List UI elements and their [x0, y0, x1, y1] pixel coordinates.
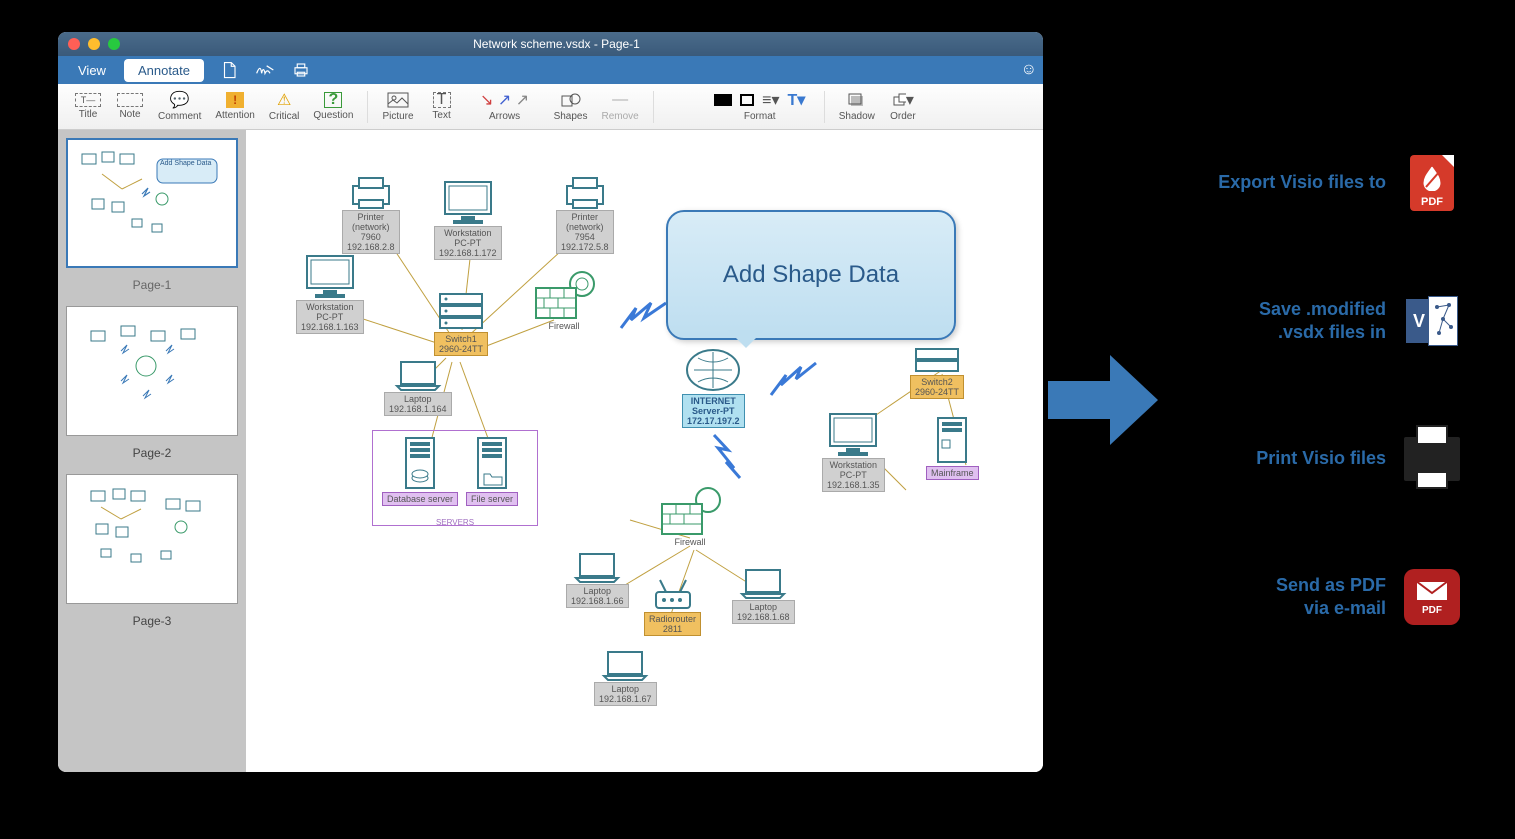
- visio-file-icon: V: [1404, 293, 1460, 349]
- minimize-icon[interactable]: [88, 38, 100, 50]
- format-button[interactable]: ≡▾T▾Format: [704, 89, 816, 124]
- callout-bubble[interactable]: Add Shape Data: [666, 210, 956, 340]
- node-firewall-1[interactable]: Firewall: [532, 270, 596, 332]
- thumb-page-1[interactable]: Add Shape Data: [66, 138, 238, 268]
- node-laptop-1[interactable]: Laptop 192.168.1.164: [384, 358, 452, 416]
- signature-icon[interactable]: [254, 59, 276, 81]
- printer-icon: [1404, 431, 1460, 487]
- critical-button[interactable]: ⚠Critical: [263, 89, 306, 124]
- action-print: Print Visio files: [1180, 431, 1460, 487]
- canvas[interactable]: Printer (network) 7960 192.168.2.8 Works…: [246, 130, 1043, 772]
- print-icon[interactable]: [290, 59, 312, 81]
- arrows-button[interactable]: ↘ ↗ ↗Arrows: [464, 89, 546, 124]
- node-mainframe[interactable]: Mainframe: [926, 414, 979, 480]
- toolbar: T—Title Note 💬Comment !Attention ⚠Critic…: [58, 84, 1043, 130]
- mini-callout: Add Shape Data: [160, 160, 211, 167]
- node-fileserver[interactable]: File server: [466, 434, 518, 506]
- picture-button[interactable]: Picture: [376, 89, 419, 124]
- shadow-button[interactable]: Shadow: [833, 89, 881, 124]
- node-workstation-3[interactable]: Workstation PC-PT 192.168.1.35: [822, 410, 885, 492]
- tab-view[interactable]: View: [64, 59, 120, 82]
- thumb-page-2[interactable]: [66, 306, 238, 436]
- tab-annotate[interactable]: Annotate: [124, 59, 204, 82]
- callout-text: Add Shape Data: [723, 261, 899, 289]
- node-dbserver[interactable]: Database server: [382, 434, 458, 506]
- node-radiorouter[interactable]: Radiorouter 2811: [644, 576, 701, 636]
- node-printer-1[interactable]: Printer (network) 7960 192.168.2.8: [342, 174, 400, 254]
- pdf-file-icon: PDF: [1404, 155, 1460, 211]
- node-firewall-2[interactable]: Firewall: [658, 486, 722, 548]
- title-button[interactable]: T—Title: [68, 91, 108, 122]
- feedback-icon[interactable]: ☺: [1021, 61, 1037, 79]
- node-switch-1[interactable]: Switch1 2960-24TT: [434, 290, 488, 356]
- titlebar: Network scheme.vsdx - Page-1: [58, 32, 1043, 56]
- maximize-icon[interactable]: [108, 38, 120, 50]
- action-send: Send as PDF via e-mail PDF: [1180, 569, 1460, 625]
- node-printer-2[interactable]: Printer (network) 7954 192.172.5.8: [556, 174, 614, 254]
- top-menu: View Annotate ☺: [58, 56, 1043, 84]
- page-sidebar: Add Shape Data Page-1 Page-2: [58, 130, 246, 772]
- thumb-page-3[interactable]: [66, 474, 238, 604]
- node-laptop-4[interactable]: Laptop 192.168.1.67: [594, 648, 657, 706]
- pdf-icon[interactable]: [218, 59, 240, 81]
- close-icon[interactable]: [68, 38, 80, 50]
- node-laptop-3[interactable]: Laptop 192.168.1.68: [732, 566, 795, 624]
- label-page-3: Page-3: [66, 608, 238, 642]
- big-arrow-icon: [1048, 355, 1158, 445]
- mail-pdf-icon: PDF: [1404, 569, 1460, 625]
- node-workstation-1[interactable]: Workstation PC-PT 192.168.1.172: [434, 178, 502, 260]
- window-title: Network scheme.vsdx - Page-1: [140, 37, 1033, 51]
- comment-button[interactable]: 💬Comment: [152, 89, 207, 124]
- node-switch-2[interactable]: Switch2 2960-24TT: [910, 345, 964, 399]
- remove-button[interactable]: —Remove: [595, 89, 644, 124]
- node-workstation-2[interactable]: Workstation PC-PT 192.168.1.163: [296, 252, 364, 334]
- main-area: Add Shape Data Page-1 Page-2: [58, 130, 1043, 772]
- actions-list: Export Visio files to PDF Save .modified…: [1180, 155, 1460, 707]
- note-button[interactable]: Note: [110, 91, 150, 122]
- order-button[interactable]: ▾Order: [883, 89, 923, 124]
- action-export: Export Visio files to PDF: [1180, 155, 1460, 211]
- label-page-2: Page-2: [66, 440, 238, 474]
- node-laptop-2[interactable]: Laptop 192.168.1.66: [566, 550, 629, 608]
- viewer-window: Network scheme.vsdx - Page-1 View Annota…: [58, 32, 1043, 772]
- attention-button[interactable]: !Attention: [209, 90, 260, 123]
- action-save: Save .modified .vsdx files in V: [1180, 293, 1460, 349]
- label-page-1: Page-1: [66, 272, 238, 306]
- question-button[interactable]: ?Question: [307, 90, 359, 123]
- shapes-button[interactable]: Shapes: [548, 89, 594, 124]
- text-button[interactable]: TText: [422, 90, 462, 123]
